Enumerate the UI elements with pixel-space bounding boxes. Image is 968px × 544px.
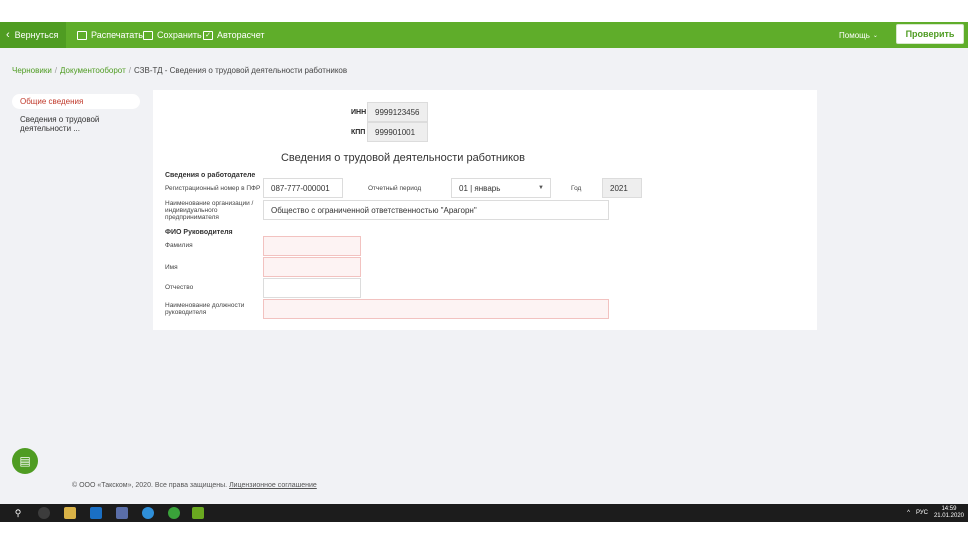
head-section-heading: ФИО Руководителя [165,229,233,236]
chevron-down-icon: ⌄ [872,32,878,39]
check-button[interactable]: Проверить [896,24,964,44]
chevron-left-icon: ‹ [6,29,10,41]
surname-label: Фамилия [165,242,193,249]
copyright-text: © ООО «Такском», 2020. Все права защищен… [72,482,228,489]
autocalc-button[interactable]: ✓ Авторасчет [203,22,265,48]
outlook-icon[interactable] [90,507,102,519]
system-tray: ^ РУС 14:59 21.01.2020 [907,504,964,522]
license-link[interactable]: Лицензионное соглашение [229,482,317,489]
app-icon[interactable] [168,507,180,519]
caret-down-icon: ▼ [538,185,544,191]
top-toolbar: ‹ Вернуться Распечатать Сохранить ✓ Авто… [0,22,968,48]
save-app-icon[interactable] [116,507,128,519]
employer-section-heading: Сведения о работодателе [165,172,256,179]
inn-label: ИНН [351,109,367,116]
sidebar: Общие сведения Сведения о трудовой деяте… [12,94,140,136]
clock[interactable]: 14:59 21.01.2020 [934,506,964,520]
back-button[interactable]: ‹ Вернуться [0,22,66,48]
search-icon[interactable]: ⚲ [12,507,24,519]
folder-icon[interactable] [64,507,76,519]
report-form: ИНН 9999123456 КПП 999901001 Сведения о … [153,90,817,330]
kpp-field: 999901001 [367,122,428,142]
period-select[interactable]: 01 | январь ▼ [451,178,551,198]
name-label: Имя [165,264,178,271]
org-label: Наименование организации / индивидуально… [165,200,254,221]
year-label: Год [571,185,582,192]
help-menu[interactable]: Помощь ⌄ [839,22,878,48]
footer: © ООО «Такском», 2020. Все права защищен… [72,482,317,489]
sidebar-item-work-info[interactable]: Сведения о трудовой деятельности ... [12,112,140,136]
patronymic-field[interactable] [263,278,361,298]
back-label: Вернуться [14,30,59,40]
form-title: Сведения о трудовой деятельности работни… [280,152,526,164]
autocalc-label: Авторасчет [217,30,265,40]
breadcrumb-current: СЗВ-ТД - Сведения о трудовой деятельност… [133,66,348,75]
kpp-label: КПП [351,129,366,136]
messenger-icon[interactable] [142,507,154,519]
org-field[interactable]: Общество с ограниченной ответственностью… [263,200,609,220]
chrome-icon[interactable] [38,507,50,519]
help-label: Помощь [839,30,870,40]
lang-indicator[interactable]: РУС [916,510,928,516]
printer-icon [77,30,87,40]
year-field: 2021 [602,178,642,198]
print-label: Распечатать [91,30,143,40]
name-field[interactable] [263,257,361,277]
inn-field: 9999123456 [367,102,428,122]
pfr-label: Регистрационный номер в ПФР [165,185,261,192]
save-label: Сохранить [157,30,202,40]
save-button[interactable]: Сохранить [143,22,202,48]
checkbox-icon: ✓ [203,30,213,40]
period-label: Отчетный период [368,185,422,192]
position-field[interactable] [263,299,609,319]
chat-icon[interactable]: ▤ [12,448,38,474]
surname-field[interactable] [263,236,361,256]
patronymic-label: Отчество [165,284,194,291]
main-content: Черновики / Документооборот / СЗВ-ТД - Сведе… [0,48,968,504]
print-button[interactable]: Распечатать [77,22,143,48]
breadcrumb-docflow[interactable]: Документооборот [60,66,126,75]
breadcrumb: Черновики / Документооборот / СЗВ-ТД - Сведе… [12,66,348,75]
period-value: 01 | январь [459,183,501,193]
chevron-up-icon[interactable]: ^ [907,510,910,516]
position-label: Наименование должности руководителя [165,302,245,316]
taxcom-icon[interactable] [192,507,204,519]
date: 21.01.2020 [933,513,964,519]
floppy-icon [143,30,153,40]
breadcrumb-drafts[interactable]: Черновики [12,66,52,75]
os-taskbar: ⚲ ^ РУС 14:59 21.01.2020 [0,504,968,522]
sidebar-item-general[interactable]: Общие сведения [12,94,140,109]
pfr-field[interactable]: 087-777-000001 [263,178,343,198]
time: 14:59 [941,506,957,512]
